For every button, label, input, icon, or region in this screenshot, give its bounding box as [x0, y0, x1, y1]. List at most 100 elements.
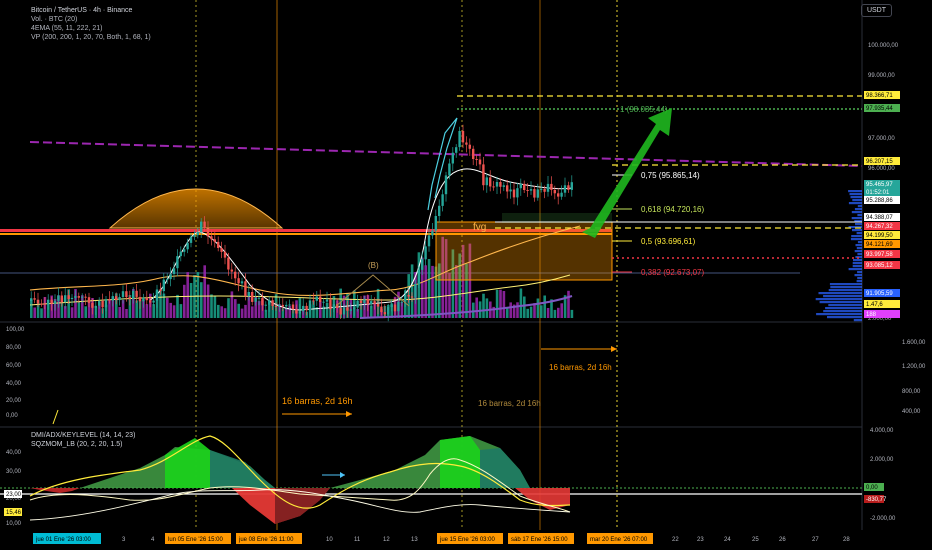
volume-bar [523, 296, 526, 318]
sqzmom-indicator-label: SQZMOM_LB (20, 2, 20, 1.5) [31, 441, 122, 448]
volume-profile-bar [856, 247, 862, 250]
volume-indicator-label: Vol. · BTC (20) [31, 16, 77, 23]
candle-body [64, 295, 67, 303]
candle-body [237, 278, 240, 284]
volume-bar [519, 288, 523, 318]
time-axis-label[interactable]: jue 01 Ene '26 03:00 [35, 537, 92, 543]
candle-body [353, 307, 356, 310]
candle-body [451, 152, 454, 164]
candle-body [193, 235, 196, 237]
candle-body [342, 307, 346, 315]
osc-tag-label: -830,77 [866, 497, 887, 503]
volume-profile-bar [854, 250, 862, 253]
candle-body [254, 298, 257, 302]
candle-body [166, 279, 169, 281]
time-axis-label[interactable]: mar 20 Ene '26 07:00 [590, 537, 648, 543]
volume-profile-bar [815, 298, 862, 301]
volume-profile-bar [857, 277, 862, 280]
candle-body [404, 295, 407, 302]
candle-body [118, 297, 121, 301]
candle-body [47, 299, 50, 305]
candle-body [295, 309, 298, 314]
volume-bar [118, 307, 121, 318]
volume-profile-bar [852, 199, 862, 202]
volume-bar [509, 302, 512, 318]
volume-profile-bar [853, 259, 862, 262]
volume-profile-bar [857, 205, 862, 208]
volume-profile-bar [854, 274, 862, 277]
time-axis-label[interactable]: jue 08 Ene '26 11:00 [238, 537, 294, 543]
osc-axis-label: 30,00 [6, 469, 22, 475]
volume-profile-bar [829, 283, 862, 286]
volume-profile-bar [848, 268, 862, 271]
candle-body [349, 309, 352, 311]
candle-body [359, 300, 363, 303]
time-axis-label[interactable]: 23 [697, 537, 704, 543]
volume-bar [203, 265, 206, 318]
price-tag-label: 93.085,12 [866, 263, 893, 269]
volume-profile-bar [856, 232, 862, 235]
currency-button[interactable]: USDT [860, 4, 892, 17]
price-axis-label: 96.000,00 [868, 166, 895, 172]
candle-body [271, 300, 274, 306]
bars-count-label-orange: 16 barras, 2d 16h [282, 396, 353, 406]
volume-profile-bar [828, 304, 862, 307]
volume-profile-bar [857, 214, 862, 217]
time-axis-label[interactable]: 13 [411, 537, 418, 543]
volume-bar [427, 259, 431, 318]
volume-profile-bar [856, 280, 862, 283]
volume-profile-bar [819, 301, 862, 304]
candle-body [499, 182, 502, 187]
volume-bar [546, 308, 550, 318]
volume-bar [557, 307, 560, 318]
time-axis-label[interactable]: 27 [812, 537, 819, 543]
time-axis-label[interactable]: 28 [843, 537, 850, 543]
candle-body [410, 296, 414, 298]
candle-body [478, 159, 482, 165]
volume-profile-bar [848, 202, 862, 205]
momentum-positive-strong [440, 436, 480, 488]
candle-body [213, 239, 216, 242]
volume-profile-bar [857, 271, 862, 274]
candle-body [329, 299, 332, 310]
time-axis-label[interactable]: 10 [326, 537, 333, 543]
candle-body [370, 301, 373, 305]
time-axis-label[interactable]: 22 [672, 537, 679, 543]
candle-body [540, 188, 543, 190]
time-axis-label[interactable]: lun 05 Ene '26 15:00 [168, 537, 224, 543]
candle-body [257, 297, 261, 299]
candle-body [77, 296, 80, 298]
time-axis-label[interactable]: 12 [383, 537, 390, 543]
candle-body [322, 301, 325, 303]
price-tag-label: 01:52:01 [866, 190, 890, 196]
volume-bar [478, 301, 482, 318]
time-axis-label[interactable]: jue 15 Ene '26 03:00 [439, 537, 496, 543]
candle-body [84, 296, 87, 298]
time-axis-label[interactable]: sáb 17 Ene '26 15:00 [511, 537, 568, 543]
price-tag-label: 188 [866, 312, 877, 318]
time-axis-label[interactable]: 11 [354, 537, 361, 543]
fib-label-0382: 0,382 (92.673,07) [641, 268, 704, 277]
volume-profile-bar [827, 316, 862, 319]
volume-bar [172, 305, 176, 318]
volume-bar [135, 300, 138, 318]
candle-body [67, 295, 70, 299]
candle-body [268, 300, 271, 305]
candle-body [155, 289, 159, 301]
volume-profile-bar [852, 229, 862, 232]
time-axis-label[interactable]: 25 [752, 537, 759, 543]
fib-label-0618: 0,618 (94.720,16) [641, 205, 704, 214]
candle-body [448, 163, 451, 176]
volume-profile-bar [853, 319, 862, 322]
volume-bar [166, 297, 169, 318]
symbol-title: Bitcoin / TetherUS · 4h · Binance [31, 7, 133, 14]
trading-chart[interactable]: (B) fvg 1 (98.035,44) 0,75 (95.865,14) 0… [0, 0, 932, 550]
candle-body [553, 189, 556, 194]
time-axis-label[interactable]: 26 [779, 537, 786, 543]
volume-bar [424, 265, 427, 318]
candle-body [339, 308, 342, 315]
volume-bar [200, 282, 203, 318]
candle-body [458, 131, 461, 148]
candle-body [421, 259, 424, 270]
time-axis-label[interactable]: 24 [724, 537, 731, 543]
